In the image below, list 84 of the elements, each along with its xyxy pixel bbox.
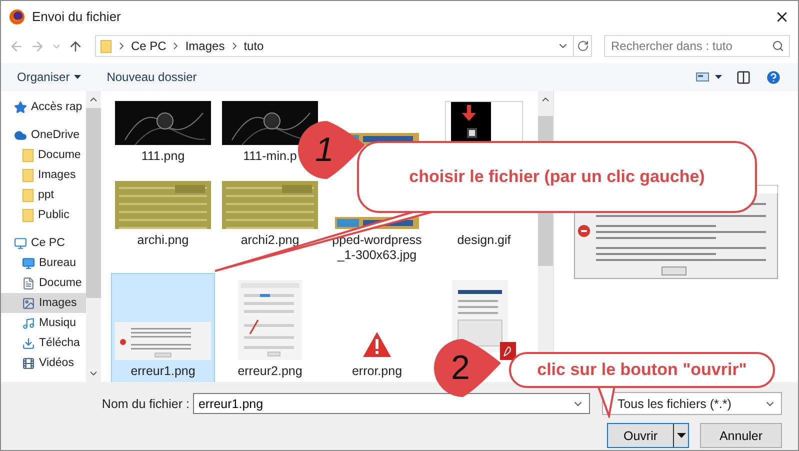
sidebar-label: Télécha — [39, 337, 80, 349]
chevron-right-icon — [173, 42, 178, 50]
refresh-button[interactable] — [573, 36, 591, 56]
folder-icon — [100, 38, 112, 54]
file-tile[interactable]: archi.png — [111, 174, 215, 253]
sidebar-label: Images — [38, 169, 76, 181]
file-tile[interactable]: erreur2.png — [218, 273, 322, 382]
sidebar-item[interactable]: OneDrive — [1, 125, 86, 145]
sidebar-label: Docume — [39, 277, 82, 289]
chevron-right-icon — [119, 42, 124, 50]
help-button[interactable] — [765, 68, 782, 86]
file-tile[interactable]: error.png — [325, 273, 429, 382]
desktop-icon — [22, 256, 35, 270]
sidebar-item[interactable]: Images — [1, 165, 86, 185]
film-icon — [22, 356, 35, 370]
caret-icon — [74, 75, 81, 79]
sidebar-label: OneDrive — [31, 129, 80, 141]
folder-icon — [22, 168, 34, 182]
file-name: 111.png — [140, 149, 186, 164]
refresh-icon — [576, 40, 588, 52]
monitor-icon — [14, 236, 27, 250]
star-icon — [14, 100, 27, 114]
caret-icon — [676, 433, 686, 438]
address-bar[interactable]: Ce PC Images tuto — [95, 35, 592, 57]
image-icon — [22, 296, 35, 310]
sidebar-item[interactable]: Docume — [1, 273, 86, 293]
sidebar-label: Docume — [38, 149, 81, 161]
preview-pane-button[interactable] — [736, 70, 751, 84]
sidebar-item[interactable]: Vidéos — [1, 353, 86, 373]
folder-icon — [22, 208, 34, 222]
cloud-icon — [14, 128, 27, 142]
sidebar-label: Vidéos — [39, 357, 74, 369]
sidebar-item[interactable]: Public — [1, 205, 86, 225]
file-name: error.png — [350, 364, 404, 379]
filename-field[interactable]: erreur1.png — [193, 393, 590, 414]
view-button[interactable] — [696, 72, 722, 82]
file-name: erreur1.png — [130, 364, 196, 379]
callout-tooltip: choisir le fichier (par un clic gauche) — [357, 141, 757, 213]
file-name: archi2.png — [240, 233, 300, 248]
organize-button[interactable]: Organiser — [17, 70, 81, 84]
sidebar-item[interactable]: Images — [1, 293, 86, 313]
step-badge-tooltip: 1 — [297, 119, 367, 181]
file-tile[interactable]: 111.png — [111, 94, 215, 169]
sidebar-item[interactable]: Docume — [1, 145, 86, 165]
window-title: Envoi du fichier — [32, 9, 122, 24]
sidebar-label: Accès rap — [31, 101, 82, 113]
caret-button[interactable] — [673, 424, 688, 447]
step-badge-tooltip: 2 — [433, 337, 503, 399]
sidebar-item[interactable]: Musiqu — [1, 313, 86, 333]
sidebar-item[interactable]: ppt — [1, 185, 86, 205]
sidebar-label: Musiqu — [39, 317, 76, 329]
filename-label: Nom du fichier : — [100, 396, 190, 410]
sidebar-label: Bureau — [39, 257, 76, 269]
file-name: 111-min.p — [242, 149, 298, 164]
file-name: pped-wordpress_1-300x63.jpg — [331, 233, 423, 263]
scrollbar[interactable] — [86, 91, 101, 382]
sidebar-item[interactable]: Ce PC — [1, 233, 86, 253]
sidebar-label: Public — [38, 209, 70, 221]
sidebar-item[interactable]: Accès rap — [1, 97, 86, 117]
up-button[interactable] — [68, 38, 83, 54]
breadcrumb[interactable]: Images — [185, 39, 225, 53]
folder-icon — [22, 148, 34, 162]
new-folder-button[interactable]: Nouveau dossier — [106, 70, 197, 84]
breadcrumb[interactable]: tuto — [244, 39, 264, 53]
sidebar-label: ppt — [38, 189, 54, 201]
app-logo-icon — [9, 8, 25, 24]
sidebar-item[interactable]: Télécha — [1, 333, 86, 353]
sidebar-label: Ce PC — [31, 237, 65, 249]
chevron-right-icon — [232, 42, 237, 50]
document-icon — [22, 276, 35, 290]
file-name: archi.png — [136, 233, 190, 248]
cancel-button[interactable]: Annuler — [700, 423, 782, 448]
file-tile[interactable]: erreur1.png — [111, 273, 215, 382]
breadcrumb[interactable]: Ce PC — [131, 39, 166, 53]
sidebar-item[interactable]: Bureau — [1, 253, 86, 273]
open-split-button[interactable]: Ouvrir — [607, 423, 689, 448]
folder-icon — [22, 188, 34, 202]
download-icon — [22, 336, 35, 350]
file-name: erreur2.png — [236, 364, 304, 379]
sidebar-label: Images — [39, 297, 77, 309]
open-button[interactable]: Ouvrir — [608, 424, 673, 447]
search-field[interactable]: Rechercher dans : tuto — [604, 35, 790, 57]
music-icon — [22, 316, 35, 330]
search-icon — [772, 40, 784, 52]
